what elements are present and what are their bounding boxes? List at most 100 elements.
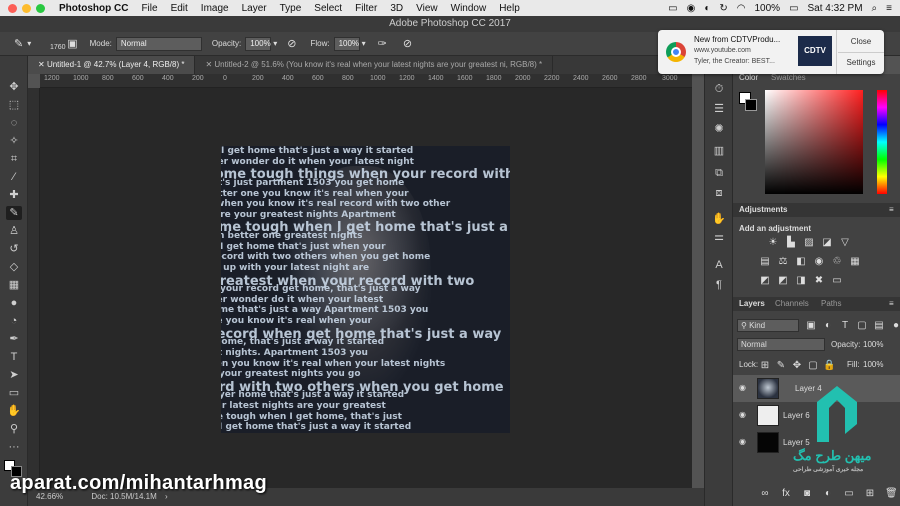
opacity-field[interactable]: 100% (245, 36, 272, 51)
mode-select[interactable]: Normal (115, 36, 202, 51)
history-brush-tool-icon[interactable]: ↺ (6, 242, 22, 256)
more-tools-icon[interactable]: ··· (6, 440, 22, 454)
photo-filter-icon[interactable]: ◉ (813, 256, 825, 267)
battery-icon[interactable]: ▭ (789, 3, 798, 14)
quick-select-tool-icon[interactable]: ✧ (6, 134, 22, 148)
hand-tool-icon[interactable]: ✋ (6, 404, 22, 418)
color-lookup-icon[interactable]: ▦ (849, 256, 861, 267)
lock-artboard-icon[interactable]: ▢ (807, 360, 819, 371)
brush-settings-icon[interactable]: ✺ (712, 122, 726, 136)
flow-field[interactable]: 100% (333, 36, 360, 51)
selective-color-icon[interactable]: ✖ (813, 275, 825, 286)
tab-untitled-1[interactable]: ✕ Untitled-1 @ 42.7% (Layer 4, RGB/8) * (28, 56, 196, 74)
path-selection-tool-icon[interactable]: ➤ (6, 368, 22, 382)
layer-filter-select[interactable]: ⚲ Kind (737, 319, 799, 332)
healing-brush-tool-icon[interactable]: ✚ (6, 188, 22, 202)
chevron-down-icon[interactable]: ▾ (362, 39, 366, 48)
app-menu[interactable]: Photoshop CC (59, 3, 128, 14)
color-balance-icon[interactable]: ⚖ (777, 256, 789, 267)
eye-icon[interactable]: ◉ (739, 410, 746, 419)
pixel-filter-icon[interactable]: ▣ (805, 320, 817, 331)
tab-channels[interactable]: Channels (775, 299, 809, 308)
move-tool-icon[interactable]: ✥ (6, 80, 22, 94)
hue-saturation-icon[interactable]: ▤ (759, 256, 771, 267)
adjustment-filter-icon[interactable]: ◐ (822, 320, 834, 331)
fill-field[interactable]: 100% (863, 360, 883, 369)
eye-icon[interactable]: ◉ (739, 383, 746, 392)
invert-icon[interactable]: ◩ (759, 275, 771, 286)
zoom-window-button[interactable] (36, 3, 45, 13)
display-icon[interactable]: ▭ (668, 3, 677, 14)
brush-size-text[interactable]: 1760 (50, 44, 66, 51)
adjust-sliders-icon[interactable]: ⚌ (712, 230, 726, 244)
exposure-icon[interactable]: ◪ (821, 237, 833, 248)
clock-text[interactable]: Sat 4:32 PM (808, 3, 863, 14)
brightness-icon[interactable]: ☀ (767, 237, 779, 248)
airbrush-icon[interactable]: ✑ (378, 37, 387, 50)
layer-opacity-field[interactable]: 100% (863, 340, 883, 349)
tab-color[interactable]: Color (739, 73, 758, 82)
spotlight-icon[interactable]: ⌕ (872, 3, 878, 14)
menu-filter[interactable]: Filter (355, 3, 377, 14)
canvas-area[interactable]: I get home that's just a way it startedy… (40, 88, 692, 488)
vibrance-icon[interactable]: ▽ (839, 237, 851, 248)
wifi-icon[interactable]: ◠ (737, 3, 746, 14)
brush-tool-icon[interactable]: ✎ (14, 37, 23, 50)
blur-tool-icon[interactable]: ● (6, 296, 22, 310)
lock-pixels-icon[interactable]: ✎ (775, 360, 787, 371)
dodge-tool-icon[interactable]: ◔ (6, 314, 22, 328)
smart-object-filter-icon[interactable]: ▤ (873, 320, 885, 331)
black-white-icon[interactable]: ◧ (795, 256, 807, 267)
minimize-window-button[interactable] (22, 3, 31, 13)
eye-icon[interactable]: ◉ (739, 437, 746, 446)
pen-tool-icon[interactable]: ✒ (6, 332, 22, 346)
chevron-down-icon[interactable]: ▾ (27, 39, 31, 48)
menu-file[interactable]: File (141, 3, 157, 14)
brush-panel-icon[interactable]: ▣ (67, 37, 77, 50)
puppet-icon[interactable]: ✋ (712, 212, 726, 226)
menu-view[interactable]: View (416, 3, 438, 14)
lasso-tool-icon[interactable]: ◌ (6, 116, 22, 130)
pressure-opacity-icon[interactable]: ⊘ (287, 37, 296, 50)
clone-source-icon[interactable]: ⧉ (712, 166, 726, 180)
sync-icon[interactable]: ↻ (719, 3, 727, 14)
chrome-notification[interactable]: New from CDTVProdu... www.youtube.com Ty… (658, 30, 884, 74)
marquee-tool-icon[interactable]: ⬚ (6, 98, 22, 112)
tab-swatches[interactable]: Swatches (771, 73, 806, 82)
notification-settings-button[interactable]: Settings (838, 58, 884, 67)
trash-icon[interactable]: 🗑 (885, 488, 898, 499)
brushes-icon[interactable]: ▥ (712, 144, 726, 158)
type-tool-icon[interactable]: T (6, 350, 22, 364)
brush-tool-icon[interactable]: ✎ (6, 206, 22, 220)
posterize-icon[interactable]: ◩ (777, 275, 789, 286)
filter-toggle-icon[interactable]: ● (890, 320, 900, 331)
app-status-icon[interactable]: ◐ (704, 3, 710, 14)
threshold-icon[interactable]: ◨ (795, 275, 807, 286)
channel-mixer-icon[interactable]: ♲ (831, 256, 843, 267)
new-group-icon[interactable]: ▭ (843, 488, 855, 499)
paragraph-icon[interactable]: ¶ (712, 278, 726, 292)
zoom-tool-icon[interactable]: ⚲ (6, 422, 22, 436)
panel-menu-icon[interactable]: ≡ (889, 205, 894, 214)
menu-image[interactable]: Image (201, 3, 229, 14)
lock-transparent-icon[interactable]: ⊞ (759, 360, 771, 371)
gradient-map-icon[interactable]: ▭ (831, 275, 843, 286)
record-icon[interactable]: ◉ (687, 3, 696, 14)
actions-icon[interactable]: ⧈ (712, 186, 726, 200)
lock-icon[interactable]: 🔒 (823, 360, 835, 371)
typography-portrait-artwork[interactable]: I get home that's just a way it startedy… (221, 146, 510, 433)
new-layer-icon[interactable]: ⊞ (864, 488, 876, 499)
notification-center-icon[interactable]: ≡ (886, 3, 892, 14)
close-icon[interactable]: ✕ (38, 60, 47, 69)
menu-3d[interactable]: 3D (390, 3, 403, 14)
gradient-tool-icon[interactable]: ▦ (6, 278, 22, 292)
tab-untitled-2[interactable]: ✕ Untitled-2 @ 51.6% (You know it's real… (195, 56, 554, 74)
panel-menu-icon[interactable]: ≡ (889, 299, 894, 308)
menu-edit[interactable]: Edit (171, 3, 188, 14)
clone-stamp-tool-icon[interactable]: ♙ (6, 224, 22, 238)
history-icon[interactable]: ⏱ (712, 82, 726, 96)
notification-close-button[interactable]: Close (838, 37, 884, 46)
link-layers-icon[interactable]: ∞ (759, 488, 771, 499)
type-filter-icon[interactable]: T (839, 320, 851, 331)
tab-layers[interactable]: Layers (739, 299, 765, 308)
